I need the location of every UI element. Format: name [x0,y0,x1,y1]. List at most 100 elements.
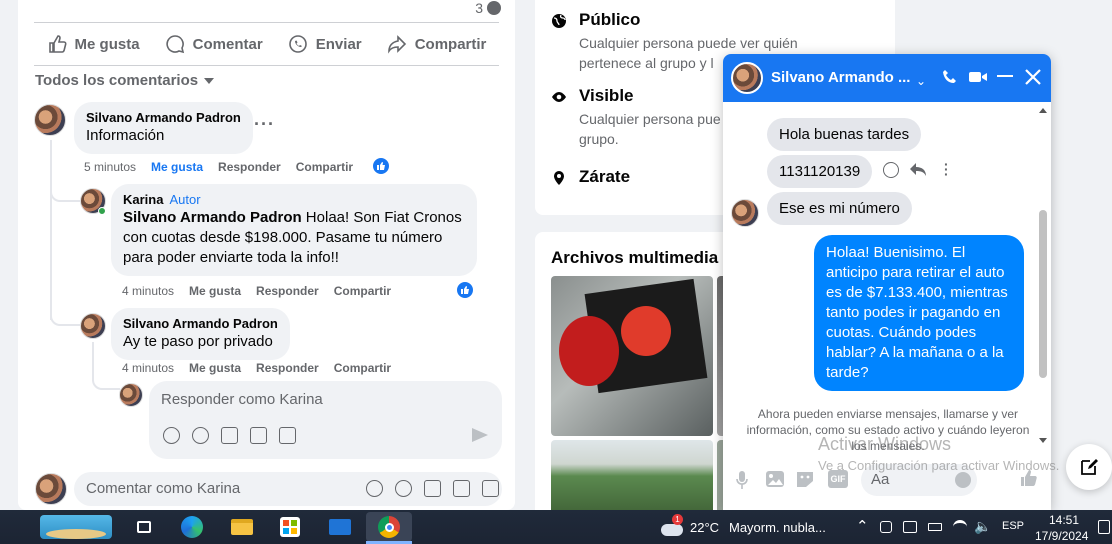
comment-time[interactable]: 4 minutos [122,284,174,298]
comment-count[interactable]: 3 [475,0,501,16]
send-label: Enviar [315,35,362,53]
reply-placeholder: Responder como Karina [161,391,323,408]
mention-link[interactable]: Silvano Armando Padron [123,209,302,226]
incoming-message[interactable]: Ese es mi número [767,192,912,225]
comment-author[interactable]: Silvano Armando Padron [123,316,278,332]
comment-time[interactable]: 5 minutos [84,160,136,174]
comment-input[interactable]: Comentar como Karina [74,472,502,506]
mail-icon[interactable] [326,515,354,539]
video-call-icon[interactable] [968,68,988,86]
camera-icon[interactable] [221,427,238,444]
chat-scrollbar[interactable] [1037,106,1047,446]
clock-time[interactable]: 14:51 [1049,513,1079,527]
show-hidden-icons-icon[interactable]: ⌃ [856,517,869,535]
meet-now-icon[interactable] [880,521,892,533]
webcam-icon[interactable] [903,521,917,533]
reply-input[interactable]: Responder como Karina [149,381,502,459]
reply-arrow-icon[interactable] [909,162,927,178]
contact-avatar[interactable] [731,199,759,227]
comment-button[interactable]: Comentar [165,34,263,54]
avatar[interactable] [34,104,66,136]
comment-like-link[interactable]: Me gusta [189,284,241,298]
avatar[interactable] [119,383,143,407]
new-message-button[interactable] [1066,444,1112,490]
chevron-down-icon[interactable]: ⌄ [916,71,926,91]
comment-share-link[interactable]: Compartir [334,361,391,375]
scroll-thumb[interactable] [1039,210,1047,378]
close-icon[interactable] [1024,68,1042,86]
comment-bubble: Silvano Armando Padron Ay te paso por pr… [111,308,290,360]
comment-icon [166,35,184,54]
comment-share-link[interactable]: Compartir [334,284,391,298]
minimize-icon[interactable] [997,75,1013,77]
contact-avatar[interactable] [731,62,763,94]
sticker-icon[interactable] [795,470,815,488]
incoming-message[interactable]: 1131120139 [767,155,873,188]
outgoing-message[interactable]: Holaa! Buenisimo. El anticipo para retir… [814,235,1024,391]
media-title[interactable]: Archivos multimedia re [551,248,739,268]
wifi-icon[interactable] [953,520,967,534]
like-button[interactable]: Me gusta [47,34,140,54]
message-placeholder: Aa [871,471,890,488]
comment-like-link[interactable]: Me gusta [189,361,241,375]
emoji-icon[interactable] [395,480,412,497]
location-name[interactable]: Zárate [579,167,630,187]
emoji-icon[interactable] [192,427,209,444]
reply-tools [163,427,296,444]
microphone-icon[interactable] [735,470,749,490]
scroll-down-icon[interactable] [1039,438,1047,443]
chat-header[interactable]: Silvano Armando ... ⌄ [723,54,1051,102]
gif-icon[interactable] [453,480,470,497]
media-photo[interactable] [551,440,713,520]
comment-like-link[interactable]: Me gusta [151,160,203,174]
camera-icon[interactable] [424,480,441,497]
react-emoji-icon[interactable] [883,162,899,178]
like-reaction-icon[interactable] [456,281,474,299]
thumbs-up-icon [48,35,67,53]
avatar-sticker-icon[interactable] [163,427,180,444]
task-view-icon[interactable] [130,515,158,539]
incoming-message[interactable]: Hola buenas tardes [767,118,922,151]
comment-reply-link[interactable]: Responder [256,361,319,375]
notifications-icon[interactable] [1098,520,1110,534]
avatar[interactable] [80,313,106,339]
speaker-muted-icon[interactable]: 🔈 [974,518,991,535]
comment-author[interactable]: Silvano Armando Padron [86,110,241,126]
send-icon[interactable] [472,428,488,442]
comment-time[interactable]: 4 minutos [122,361,174,375]
weather-temperature[interactable]: 22°C [690,520,719,535]
comment-reply-link[interactable]: Responder [256,284,319,298]
edge-icon[interactable] [178,515,206,539]
comment-author[interactable]: Karina [123,192,163,207]
visible-row: Visible Cualquier persona pue grupo. [551,86,729,149]
avatar[interactable] [35,473,67,505]
language-indicator[interactable]: ESP [1002,520,1024,532]
avatar-sticker-icon[interactable] [366,480,383,497]
globe-icon [552,14,566,28]
sticker-icon[interactable] [279,427,296,444]
send-button[interactable]: Enviar [288,34,362,54]
like-reaction-icon[interactable] [372,157,390,175]
more-options-icon[interactable]: ··· [254,114,275,135]
phone-icon[interactable] [941,68,959,86]
gif-icon[interactable] [250,427,267,444]
battery-icon[interactable] [928,523,942,531]
comment-share-link[interactable]: Compartir [296,160,353,174]
comment-filter-dropdown[interactable]: Todos los comentarios [35,72,215,89]
file-explorer-icon[interactable] [228,515,256,539]
share-button[interactable]: Compartir [387,34,486,54]
contact-name[interactable]: Silvano Armando ... [771,69,910,86]
sticker-icon[interactable] [482,480,499,497]
scroll-up-icon[interactable] [1039,108,1047,113]
image-icon[interactable] [765,470,785,488]
widgets-icon[interactable] [40,515,112,539]
clock-date[interactable]: 17/9/2024 [1035,529,1088,543]
media-photo[interactable] [551,276,713,436]
weather-description[interactable]: Mayorm. nubla... [729,520,826,535]
comment-reply-link[interactable]: Responder [218,160,281,174]
more-options-icon[interactable]: ··· [944,157,949,181]
store-icon[interactable] [276,515,304,539]
chrome-icon[interactable] [366,512,412,542]
emoji-icon[interactable] [955,472,971,488]
comment-count-value: 3 [475,0,483,16]
